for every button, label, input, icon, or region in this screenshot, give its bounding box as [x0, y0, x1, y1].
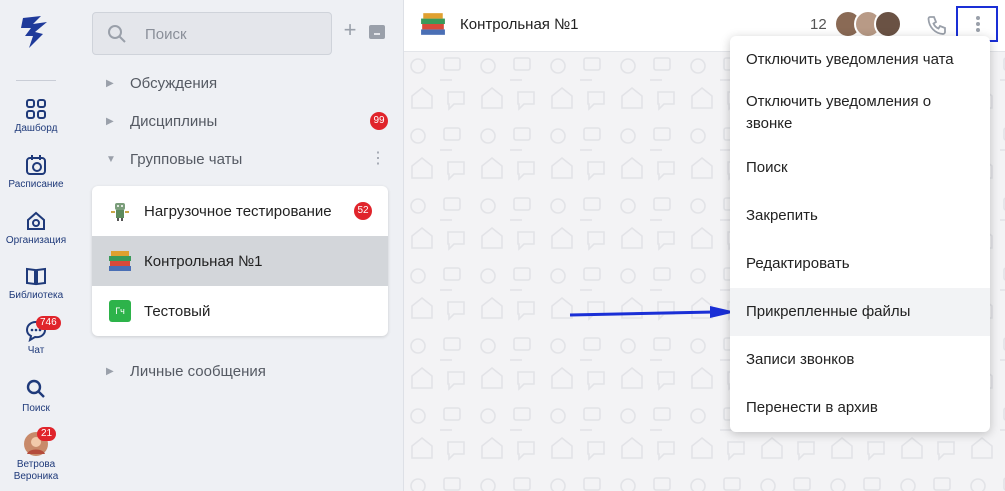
chat-list-panel: + ▶ Обсуждения ▶ Дисциплины 99 ▼ Группов… [80, 0, 404, 491]
menu-item-mute-calls[interactable]: Отключить уведомления о звонке [730, 91, 990, 137]
chevron-right-icon: ▶ [106, 115, 114, 127]
section-label: Дисциплины [130, 112, 218, 130]
chat-name: Нагрузочное тестирование [144, 202, 332, 220]
rail-divider [16, 80, 56, 81]
list-item[interactable]: Нагрузочное тестирование 52 [92, 186, 388, 236]
chevron-right-icon: ▶ [106, 365, 114, 377]
rail-label-dashboard: Дашборд [14, 123, 58, 134]
avatar [874, 10, 902, 38]
menu-item-search[interactable]: Поиск [730, 156, 990, 180]
rail-label-chat: Чат [27, 345, 45, 356]
menu-item-attached-files[interactable]: Прикрепленные файлы [730, 288, 990, 336]
section-group-chats[interactable]: ▼ Групповые чаты [106, 148, 242, 170]
menu-item-edit[interactable]: Редактировать [730, 252, 990, 276]
annotation-arrow [569, 306, 736, 318]
section-label: Групповые чаты [130, 150, 243, 168]
section-label: Обсуждения [130, 74, 218, 92]
chat-name: Контрольная №1 [144, 252, 263, 270]
more-vertical-icon-dot [976, 22, 980, 26]
search-icon [26, 379, 45, 398]
more-vertical-icon[interactable]: ⋮ [370, 151, 386, 167]
list-item[interactable]: Гч Тестовый [92, 286, 388, 336]
books-icon [421, 13, 445, 35]
rail-item-organization[interactable]: Организация [0, 210, 72, 247]
chat-badge: 746 [36, 316, 61, 330]
profile-badge: 21 [37, 427, 57, 441]
dashboard-icon [26, 99, 46, 119]
logo-icon[interactable] [19, 14, 53, 50]
archive-icon[interactable] [369, 25, 385, 39]
group-chats-list: Нагрузочное тестирование 52 Контрольная … [92, 186, 388, 336]
rail-label-organization: Организация [5, 235, 67, 246]
section-label: Личные сообщения [130, 362, 266, 380]
menu-item-call-recordings[interactable]: Записи звонков [730, 348, 990, 372]
menu-item-pin[interactable]: Закрепить [730, 204, 990, 228]
rail-label-profile: Ветрова Вероника [13, 459, 59, 482]
menu-item-mute-chat[interactable]: Отключить уведомления чата [730, 48, 990, 72]
group-avatar-text: Гч [109, 300, 131, 322]
rail-label-schedule: Расписание [8, 179, 64, 190]
books-icon [108, 249, 132, 273]
rail-item-search[interactable]: Поиск [0, 378, 72, 415]
more-vertical-icon [976, 16, 980, 20]
member-avatars[interactable] [834, 10, 906, 38]
left-rail: Дашборд Расписание Организация Библиотек… [0, 0, 80, 491]
unread-badge: 52 [354, 202, 372, 220]
rail-label-library: Библиотека [8, 290, 64, 301]
section-direct-messages[interactable]: ▶ Личные сообщения [106, 360, 266, 382]
search-icon [108, 25, 126, 43]
robot-icon [108, 199, 132, 223]
chat-options-menu: Отключить уведомления чата Отключить уве… [730, 36, 990, 432]
calendar-icon [26, 155, 46, 175]
rail-item-dashboard[interactable]: Дашборд [0, 98, 72, 135]
chat-name: Тестовый [144, 302, 211, 320]
rail-item-chat[interactable]: 746 Чат [0, 316, 72, 357]
search-input[interactable] [143, 23, 323, 45]
rail-item-schedule[interactable]: Расписание [0, 154, 72, 191]
home-icon [27, 211, 45, 230]
group-avatar: Гч [108, 299, 132, 323]
list-item[interactable]: Контрольная №1 [92, 236, 388, 286]
disciplines-badge: 99 [370, 112, 388, 130]
book-icon [26, 267, 46, 286]
section-discussions[interactable]: ▶ Обсуждения [106, 72, 217, 94]
chat-title[interactable]: Контрольная №1 [460, 16, 579, 33]
rail-item-profile[interactable]: 21 Ветрова Вероника [0, 427, 72, 483]
phone-icon[interactable] [926, 14, 948, 36]
search-box[interactable] [92, 12, 332, 55]
more-vertical-icon-dot [976, 28, 980, 32]
chevron-down-icon: ▼ [106, 153, 116, 165]
rail-label-search: Поиск [22, 403, 50, 414]
add-chat-button[interactable]: + [342, 19, 358, 41]
rail-item-library[interactable]: Библиотека [0, 265, 72, 302]
section-disciplines[interactable]: ▶ Дисциплины [106, 110, 217, 132]
member-count[interactable]: 12 [810, 16, 827, 33]
menu-item-archive[interactable]: Перенести в архив [730, 396, 990, 420]
chevron-right-icon: ▶ [106, 77, 114, 89]
